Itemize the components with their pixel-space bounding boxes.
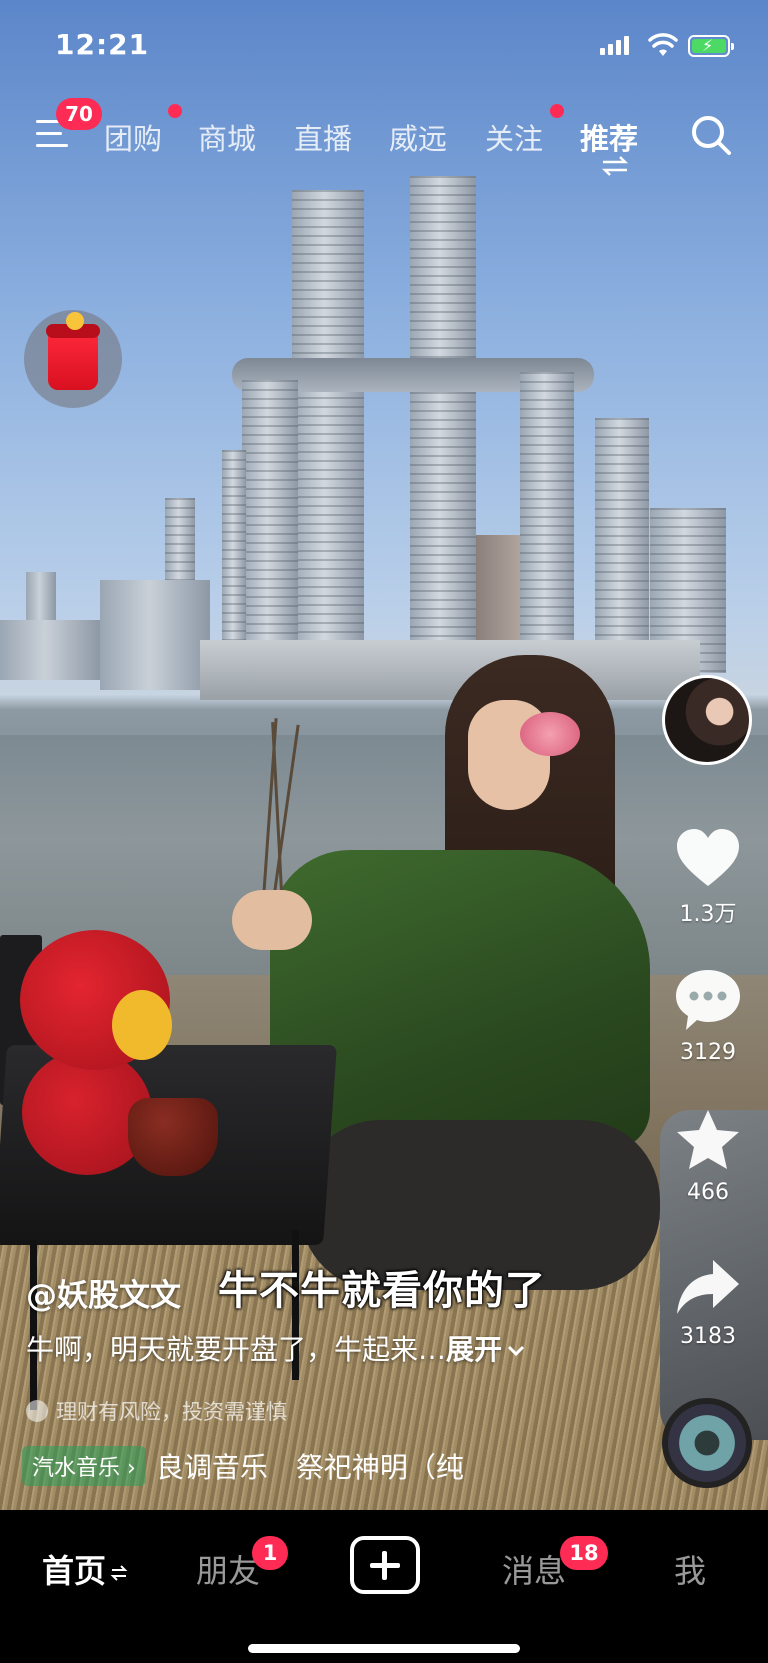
- tab-following[interactable]: 关注: [485, 116, 543, 158]
- swap-icon: [110, 1565, 128, 1581]
- nav-home-label: 首页: [42, 1552, 107, 1590]
- battery-icon: ⚡: [688, 35, 734, 57]
- favorite-button[interactable]: 466: [660, 1108, 756, 1205]
- messages-badge: 18: [560, 1536, 608, 1570]
- swap-icon[interactable]: [600, 156, 630, 176]
- incense-bowl: [128, 1098, 218, 1176]
- wifi-icon: [648, 33, 678, 56]
- comment-icon: [676, 970, 740, 1030]
- tab-recommend[interactable]: 推荐: [580, 116, 638, 158]
- nav-home[interactable]: 首页: [42, 1546, 128, 1592]
- tab-group-buy[interactable]: 团购: [104, 116, 162, 158]
- favorite-count: 466: [687, 1180, 729, 1205]
- tab-mall[interactable]: 商城: [198, 116, 256, 158]
- create-button[interactable]: [350, 1536, 420, 1594]
- description-text: 牛啊，明天就要开盘了，牛起来…: [26, 1333, 447, 1366]
- like-button[interactable]: 1.3万: [660, 828, 756, 928]
- tab-weiyuan[interactable]: 威远: [389, 116, 447, 158]
- like-count: 1.3万: [679, 902, 737, 927]
- search-icon[interactable]: [690, 114, 732, 156]
- skyscraper: [520, 372, 574, 642]
- comment-button[interactable]: 3129: [660, 968, 756, 1065]
- skyscraper: [476, 535, 520, 640]
- share-count: 3183: [680, 1324, 736, 1349]
- table-leg: [30, 1240, 37, 1410]
- music-tag-label: 汽水音乐: [32, 1456, 121, 1481]
- menu-badge: 70: [56, 98, 102, 130]
- author-avatar[interactable]: [662, 675, 752, 765]
- tab-dot: [168, 104, 182, 118]
- bottom-nav: 首页 朋友 1 消息 18 我: [0, 1510, 768, 1663]
- skyscraper: [100, 580, 210, 690]
- star-icon: [677, 1110, 739, 1169]
- nav-messages-label: 消息: [502, 1552, 567, 1590]
- heart-icon: [677, 829, 739, 886]
- risk-notice: 理财有风险，投资需谨慎: [26, 1396, 287, 1426]
- nav-me-label: 我: [674, 1552, 707, 1590]
- nav-friends[interactable]: 朋友: [196, 1546, 260, 1592]
- author-name[interactable]: @妖股文文: [26, 1270, 181, 1315]
- cellular-signal-icon: [600, 36, 629, 55]
- hair-flower: [520, 712, 580, 756]
- expand-link[interactable]: 展开: [446, 1333, 502, 1366]
- tab-live[interactable]: 直播: [294, 116, 352, 158]
- music-app-tag[interactable]: 汽水音乐 ›: [22, 1446, 146, 1486]
- nav-messages[interactable]: 消息: [502, 1546, 566, 1592]
- skyscraper: [292, 190, 364, 640]
- red-packet-icon[interactable]: [24, 310, 122, 408]
- skyscraper: [410, 176, 476, 642]
- risk-text: 理财有风险，投资需谨慎: [56, 1400, 287, 1424]
- status-time: 12:21: [55, 28, 150, 61]
- music-title: 良调音乐 祭祀神明（纯: [155, 1451, 464, 1484]
- skyscraper: [0, 620, 100, 680]
- person-hands: [232, 890, 312, 950]
- skyscraper: [222, 450, 246, 640]
- skyscraper: [242, 380, 298, 642]
- chevron-down-icon: [507, 1345, 525, 1357]
- riverbank-building: [200, 640, 700, 700]
- share-button[interactable]: 3183: [660, 1258, 756, 1349]
- coin-icon: [66, 312, 84, 330]
- info-icon: [26, 1400, 48, 1422]
- video-description[interactable]: 牛啊，明天就要开盘了，牛起来…展开: [26, 1328, 526, 1368]
- plush-ox-muzzle: [112, 990, 172, 1060]
- home-indicator[interactable]: [248, 1644, 520, 1653]
- nav-friends-label: 朋友: [196, 1552, 261, 1590]
- friends-badge: 1: [252, 1536, 288, 1570]
- tab-dot: [550, 104, 564, 118]
- comment-count: 3129: [680, 1040, 736, 1065]
- nav-me[interactable]: 我: [674, 1546, 706, 1592]
- music-disc[interactable]: [662, 1398, 752, 1488]
- video-overlay-caption: 牛不牛就看你的了: [218, 1268, 546, 1314]
- music-row[interactable]: 汽水音乐 › 良调音乐 祭祀神明（纯: [22, 1446, 464, 1486]
- skyscraper: [595, 418, 649, 640]
- share-icon: [677, 1260, 739, 1314]
